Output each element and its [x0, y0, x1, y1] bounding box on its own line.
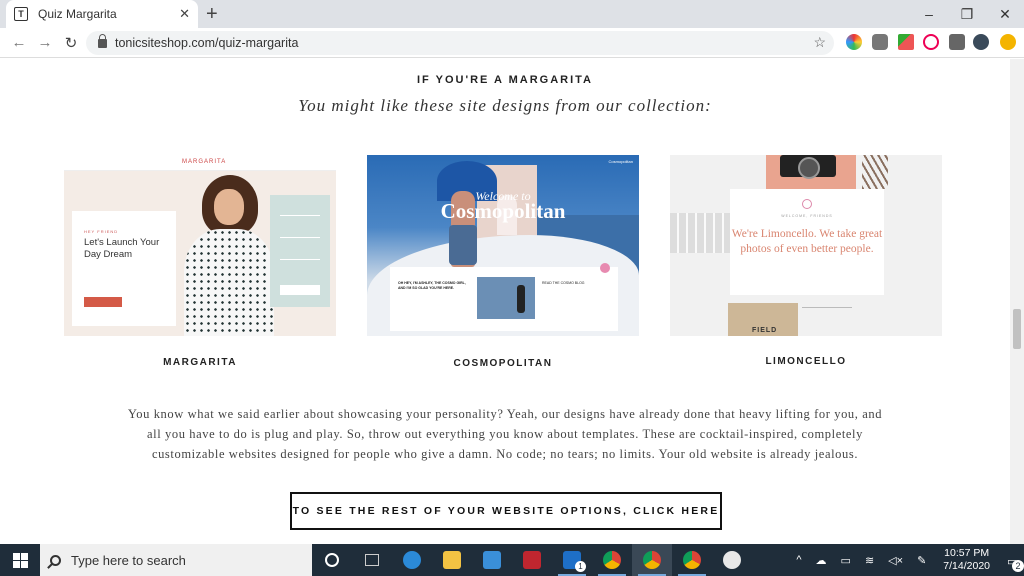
address-bar[interactable]: tonicsiteshop.com/quiz-margarita ☆	[86, 31, 834, 55]
search-icon	[50, 554, 61, 566]
design-card-cosmopolitan[interactable]: Cosmopolitan Welcome to Cosmopolitan OH …	[367, 155, 639, 336]
restore-button[interactable]: ❐	[948, 0, 986, 28]
preview-title: Cosmopolitan	[440, 199, 566, 223]
paint-icon	[723, 551, 741, 569]
edge-icon	[403, 551, 421, 569]
cortana-icon	[325, 553, 339, 567]
chrome-icon	[683, 551, 701, 569]
notebook-label: FIELD	[752, 327, 778, 334]
volume-muted-icon[interactable]: ◁×	[888, 554, 903, 567]
puzzle-icon[interactable]	[949, 34, 965, 50]
pen-icon[interactable]: ✎	[917, 554, 926, 567]
onedrive-icon[interactable]: ☁	[816, 554, 827, 567]
store-button[interactable]	[472, 544, 512, 576]
battery-icon[interactable]: ▭	[841, 554, 851, 567]
clock-time: 10:57 PM	[944, 547, 990, 559]
clock[interactable]: 10:57 PM 7/14/2020	[943, 547, 990, 573]
preview-headline: Let's Launch Your Day Dream	[84, 237, 160, 260]
window-controls: – ❐ ✕	[910, 0, 1024, 28]
analytics-extension-icon[interactable]	[898, 34, 914, 50]
chrome-profile-button[interactable]	[632, 544, 672, 576]
url-text: tonicsiteshop.com/quiz-margarita	[115, 36, 299, 50]
edge-button[interactable]	[392, 544, 432, 576]
preview-logo: Cosmopolitan	[608, 159, 633, 164]
chrome-profile-2-button[interactable]	[672, 544, 712, 576]
preview-headline: We're Limoncello. We take great photos o…	[731, 228, 883, 255]
design-card-margarita[interactable]: MARGARITA HEY FRIEND Let's Launch Your D…	[64, 155, 336, 336]
preview-photo	[174, 171, 284, 336]
scrollbar-thumb[interactable]	[1013, 309, 1021, 349]
mail-badge: 1	[575, 561, 586, 572]
clock-date: 7/14/2020	[943, 560, 990, 572]
mcafee-button[interactable]	[512, 544, 552, 576]
extension-icon[interactable]	[872, 34, 888, 50]
keyboard-image	[670, 213, 730, 253]
design-card-limoncello[interactable]: FIELD WELCOME, FRIENDS We're Limoncello.…	[670, 155, 942, 336]
mcafee-icon	[523, 551, 541, 569]
see-more-options-button[interactable]: TO SEE THE REST OF YOUR WEBSITE OPTIONS,…	[290, 492, 722, 530]
notification-count: 2	[1012, 560, 1024, 572]
new-tab-button[interactable]: +	[206, 3, 218, 26]
profile-avatar[interactable]	[973, 34, 989, 50]
camera-image	[780, 155, 836, 179]
preview-hero-box: HEY FRIEND Let's Launch Your Day Dream	[72, 211, 176, 326]
windows-logo-icon	[12, 552, 28, 568]
search-placeholder: Type here to search	[71, 552, 186, 568]
menu-icon[interactable]	[1000, 34, 1016, 50]
taskbar-search[interactable]: Type here to search	[40, 544, 312, 576]
scrollbar[interactable]	[1010, 59, 1024, 544]
pinterest-extension-icon[interactable]	[923, 34, 939, 50]
reload-icon[interactable]: ↻	[58, 34, 84, 52]
section-heading: IF YOU'RE A MARGARITA	[416, 74, 593, 86]
preview-logo: MARGARITA	[182, 159, 227, 165]
task-view-button[interactable]	[352, 544, 392, 576]
back-icon[interactable]: ←	[6, 34, 32, 51]
color-picker-extension-icon[interactable]	[846, 34, 862, 50]
chrome-icon	[643, 551, 661, 569]
paint-button[interactable]	[712, 544, 752, 576]
mail-button[interactable]: 1	[552, 544, 592, 576]
close-window-button[interactable]: ✕	[986, 0, 1024, 28]
preview-eyebrow: HEY FRIEND	[84, 229, 119, 234]
action-center-button[interactable]: ▭ 2	[1000, 552, 1024, 572]
chrome-icon	[603, 551, 621, 569]
preview-nav: MARGARITA	[64, 155, 336, 171]
start-button[interactable]	[0, 544, 40, 576]
preview-sidebar	[270, 195, 330, 307]
system-tray: ^ ☁ ▭ ≋ ◁× ✎ 10:57 PM 7/14/2020 ▭ 2	[789, 544, 1024, 576]
body-paragraph: You know what we said earlier about show…	[127, 407, 883, 461]
site-favicon-icon: T	[14, 7, 28, 21]
folder-icon	[443, 551, 461, 569]
chrome-button[interactable]	[592, 544, 632, 576]
minimize-button[interactable]: –	[910, 0, 948, 28]
preview-side-text: READ THE COSMO BLOG	[542, 281, 585, 285]
cortana-button[interactable]	[312, 544, 352, 576]
preview-hero-box: WELCOME, FRIENDS We're Limoncello. We ta…	[730, 189, 884, 295]
close-tab-icon[interactable]: ✕	[179, 6, 190, 22]
wifi-icon[interactable]: ≋	[865, 554, 874, 567]
bookmark-star-icon[interactable]: ☆	[813, 34, 826, 51]
show-hidden-icons-icon[interactable]: ^	[796, 554, 801, 566]
preview-post-card: OH HEY, I'M ASHLEY, THE COSMO GIRL, AND …	[390, 267, 618, 331]
file-explorer-button[interactable]	[432, 544, 472, 576]
design-name-limoncello[interactable]: LIMONCELLO	[670, 356, 942, 367]
task-view-icon	[365, 554, 379, 566]
preview-circle-icon	[802, 199, 812, 209]
preview-welcome: WELCOME, FRIENDS	[781, 214, 833, 218]
browser-tab-strip: T Quiz Margarita ✕ + – ❐ ✕	[0, 0, 1024, 28]
design-name-cosmopolitan[interactable]: COSMOPOLITAN	[367, 358, 639, 369]
windows-taskbar: Type here to search 1 ^ ☁ ▭ ≋ ◁× ✎ 10:57…	[0, 544, 1024, 576]
browser-tab[interactable]: T Quiz Margarita ✕	[6, 0, 198, 28]
lock-icon	[98, 33, 107, 48]
store-icon	[483, 551, 501, 569]
preview-post-image	[477, 277, 535, 319]
tab-title: Quiz Margarita	[38, 7, 117, 21]
section-subheading: You might like these site designs from o…	[298, 96, 712, 115]
design-name-margarita[interactable]: MARGARITA	[64, 357, 336, 368]
browser-toolbar: ← → ↻ tonicsiteshop.com/quiz-margarita ☆	[0, 28, 1024, 58]
preview-post-text: OH HEY, I'M ASHLEY, THE COSMO GIRL, AND …	[398, 281, 466, 290]
preview-dot	[600, 263, 610, 273]
preview-button	[84, 297, 122, 307]
forward-icon[interactable]: →	[32, 34, 58, 51]
